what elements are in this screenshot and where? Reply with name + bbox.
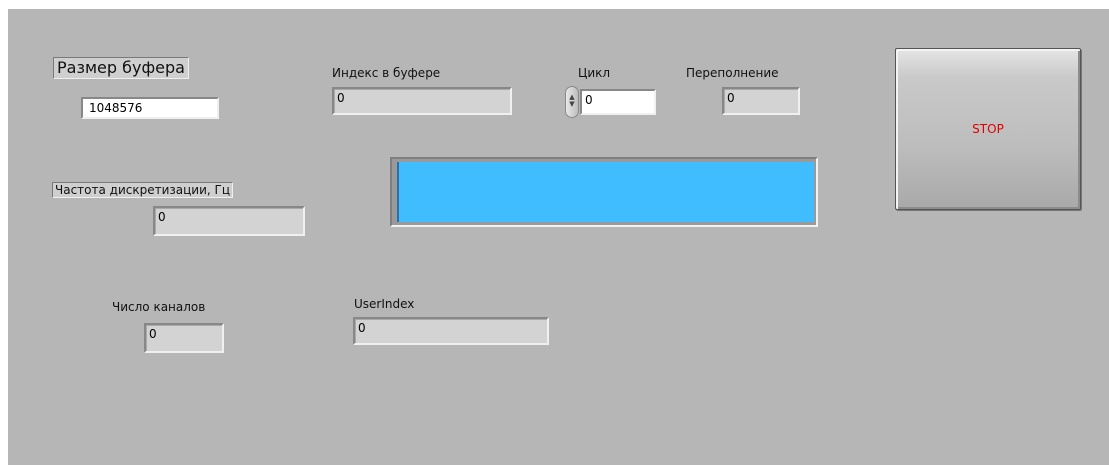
buffer-size-label: Размер буфера	[53, 57, 189, 79]
user-index-indicator: 0	[353, 317, 549, 345]
user-index-label: UserIndex	[354, 297, 415, 311]
buffer-index-label: Индекс в буфере	[332, 66, 441, 80]
channel-count-label: Число каналов	[112, 300, 206, 314]
front-panel: Размер буфера 1048576 Индекс в буфере 0 …	[8, 9, 1109, 465]
overflow-indicator: 0	[722, 87, 800, 115]
sample-rate-indicator: 0	[153, 206, 305, 236]
spinner-down-icon[interactable]: ▼	[566, 101, 578, 108]
cycle-input[interactable]: 0	[580, 89, 656, 115]
buffer-fill-bar	[390, 157, 818, 227]
buffer-index-indicator: 0	[332, 87, 512, 115]
stop-button-label: STOP	[972, 122, 1004, 136]
overflow-label: Переполнение	[686, 66, 779, 80]
cycle-label: Цикл	[578, 66, 611, 80]
buffer-fill-level	[397, 162, 814, 222]
stop-button[interactable]: STOP	[895, 48, 1081, 210]
sample-rate-label: Частота дискретизации, Гц	[52, 182, 234, 198]
buffer-size-input[interactable]: 1048576	[81, 97, 219, 119]
cycle-spinner[interactable]: ▲ ▼	[565, 86, 579, 118]
channel-count-indicator: 0	[144, 323, 224, 353]
